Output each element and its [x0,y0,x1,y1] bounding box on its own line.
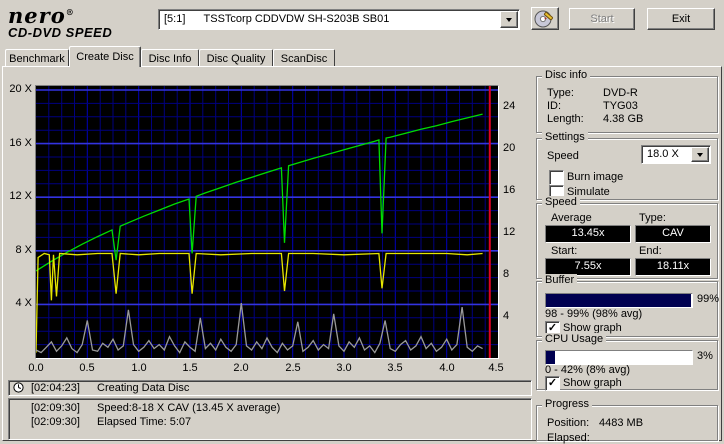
cpu-show-graph-label: Show graph [563,377,622,389]
buffer-group: Buffer 99% 98 - 99% (98% avg) ✓ Show gra… [536,274,720,337]
group-title: CPU Usage [542,333,607,346]
disc-length-label: Length: [547,113,584,125]
y-axis-right-tick: 24 [503,100,516,112]
position-label: Position: [547,417,590,429]
buffer-range-text: 98 - 99% (98% avg) [545,308,643,320]
cpu-bar [545,350,693,365]
x-axis-tick: 2.5 [285,362,301,374]
progress-group: Progress Position: 4483 MB Elapsed: [536,398,718,444]
drive-select-arrow[interactable] [500,11,518,28]
chevron-down-icon [506,17,512,22]
y-axis-right-tick: 12 [503,226,516,238]
clock-icon [13,382,24,393]
nero-logo-brand: nero® [8,3,75,28]
log-message: Speed:8-18 X CAV (13.45 X average) [97,402,281,414]
burn-options-button[interactable] [531,7,559,30]
log-time: [02:09:30] [31,402,80,414]
y-axis-left-tick: 20 X [9,83,32,95]
x-axis-tick: 1.5 [182,362,198,374]
x-axis-tick: 4.0 [439,362,455,374]
speed-select[interactable]: 18.0 X [641,145,711,164]
chevron-down-icon [697,152,703,157]
x-axis-tick: 4.5 [488,362,504,374]
speed-select-value: 18.0 X [647,148,679,160]
burn-image-checkbox[interactable] [549,170,564,185]
header-bar: nero® CD-DVD SPEED [5:1] TSSTcorp CDDVDW… [0,0,724,46]
buffer-bar [545,293,693,308]
group-title: Settings [542,131,588,144]
cpu-bar-fill [546,351,555,364]
end-label: End: [639,245,662,257]
y-axis-left-tick: 16 X [9,137,32,149]
drive-select-value: [5:1] TSSTcorp CDDVDW SH-S203B SB01 [164,13,390,25]
disc-id-value: TYG03 [603,100,638,112]
speed-type-readout: CAV [635,225,711,243]
y-axis-right-tick: 16 [503,184,516,196]
x-axis-tick: 0.5 [79,362,95,374]
cpu-show-graph-checkbox[interactable]: ✓ [545,376,560,391]
log-time: [02:04:23] [31,382,80,394]
y-axis-left-tick: 8 X [15,244,32,256]
log-header-row: [02:04:23] Creating Data Disc [8,380,532,396]
y-axis-left-tick: 12 X [9,190,32,202]
y-axis-right-tick: 8 [503,268,510,280]
speed-graph-canvas [36,86,498,358]
tab-benchmark[interactable]: Benchmark [5,49,69,66]
nero-logo-product: CD-DVD SPEED [8,25,113,40]
log-message: Elapsed Time: 5:07 [97,416,192,428]
speed-group: Speed Average Type: 13.45x CAV Start: En… [536,196,718,279]
tab-create-disc[interactable]: Create Disc [69,46,141,67]
x-axis-tick: 2.0 [233,362,249,374]
end-speed-readout: 18.11x [635,258,711,276]
position-value: 4483 MB [599,417,644,429]
disc-length-value: 4.38 GB [603,113,644,125]
elapsed-label: Elapsed: [547,432,590,444]
disc-info-group: Disc info Type: DVD-R ID: TYG03 Length: … [536,69,718,133]
disc-pencil-icon [534,10,553,28]
speed-select-label: Speed [547,150,579,162]
y-axis-right-tick: 4 [503,310,510,322]
speed-graph [35,85,499,359]
speed-select-arrow[interactable] [691,147,709,162]
x-axis-tick: 3.5 [387,362,403,374]
x-axis-tick: 1.0 [131,362,147,374]
type-label: Type: [639,212,666,224]
cpu-usage-group: CPU Usage 3% 0 - 42% (8% avg) ✓ Show gra… [536,333,718,391]
exit-button[interactable]: Exit [647,8,715,30]
log-list: [02:09:30] Speed:8-18 X CAV (13.45 X ave… [8,398,532,440]
y-axis-right-tick: 20 [503,142,516,154]
drive-select[interactable]: [5:1] TSSTcorp CDDVDW SH-S203B SB01 [158,9,520,30]
log-time: [02:09:30] [31,416,80,428]
cpu-range-text: 0 - 42% (8% avg) [545,364,630,376]
average-speed-readout: 13.45x [545,225,631,243]
nero-logo: nero® CD-DVD SPEED [8,2,153,44]
start-label: Start: [551,245,578,257]
group-title: Progress [542,398,593,411]
y-axis-left-tick: 4 X [15,297,32,309]
tab-disc-quality[interactable]: Disc Quality [199,49,273,66]
log-message: Creating Data Disc [97,382,190,394]
tab-disc-info[interactable]: Disc Info [141,49,199,66]
disc-type-value: DVD-R [603,87,638,99]
group-title: Speed [542,196,580,209]
x-axis-tick: 3.0 [336,362,352,374]
disc-type-label: Type: [547,87,574,99]
cpu-percent: 3% [697,350,713,362]
tab-scandisc[interactable]: ScanDisc [273,49,335,66]
buffer-percent: 99% [697,293,720,305]
group-title: Disc info [542,69,591,82]
settings-group: Settings Speed 18.0 X Burn image Simulat… [536,131,718,200]
x-axis-tick: 0.0 [28,362,44,374]
average-label: Average [551,212,592,224]
group-title: Buffer [542,274,578,287]
buffer-bar-fill [546,294,691,307]
burn-image-label: Burn image [567,171,624,183]
start-button[interactable]: Start [569,8,635,30]
disc-id-label: ID: [547,100,562,112]
